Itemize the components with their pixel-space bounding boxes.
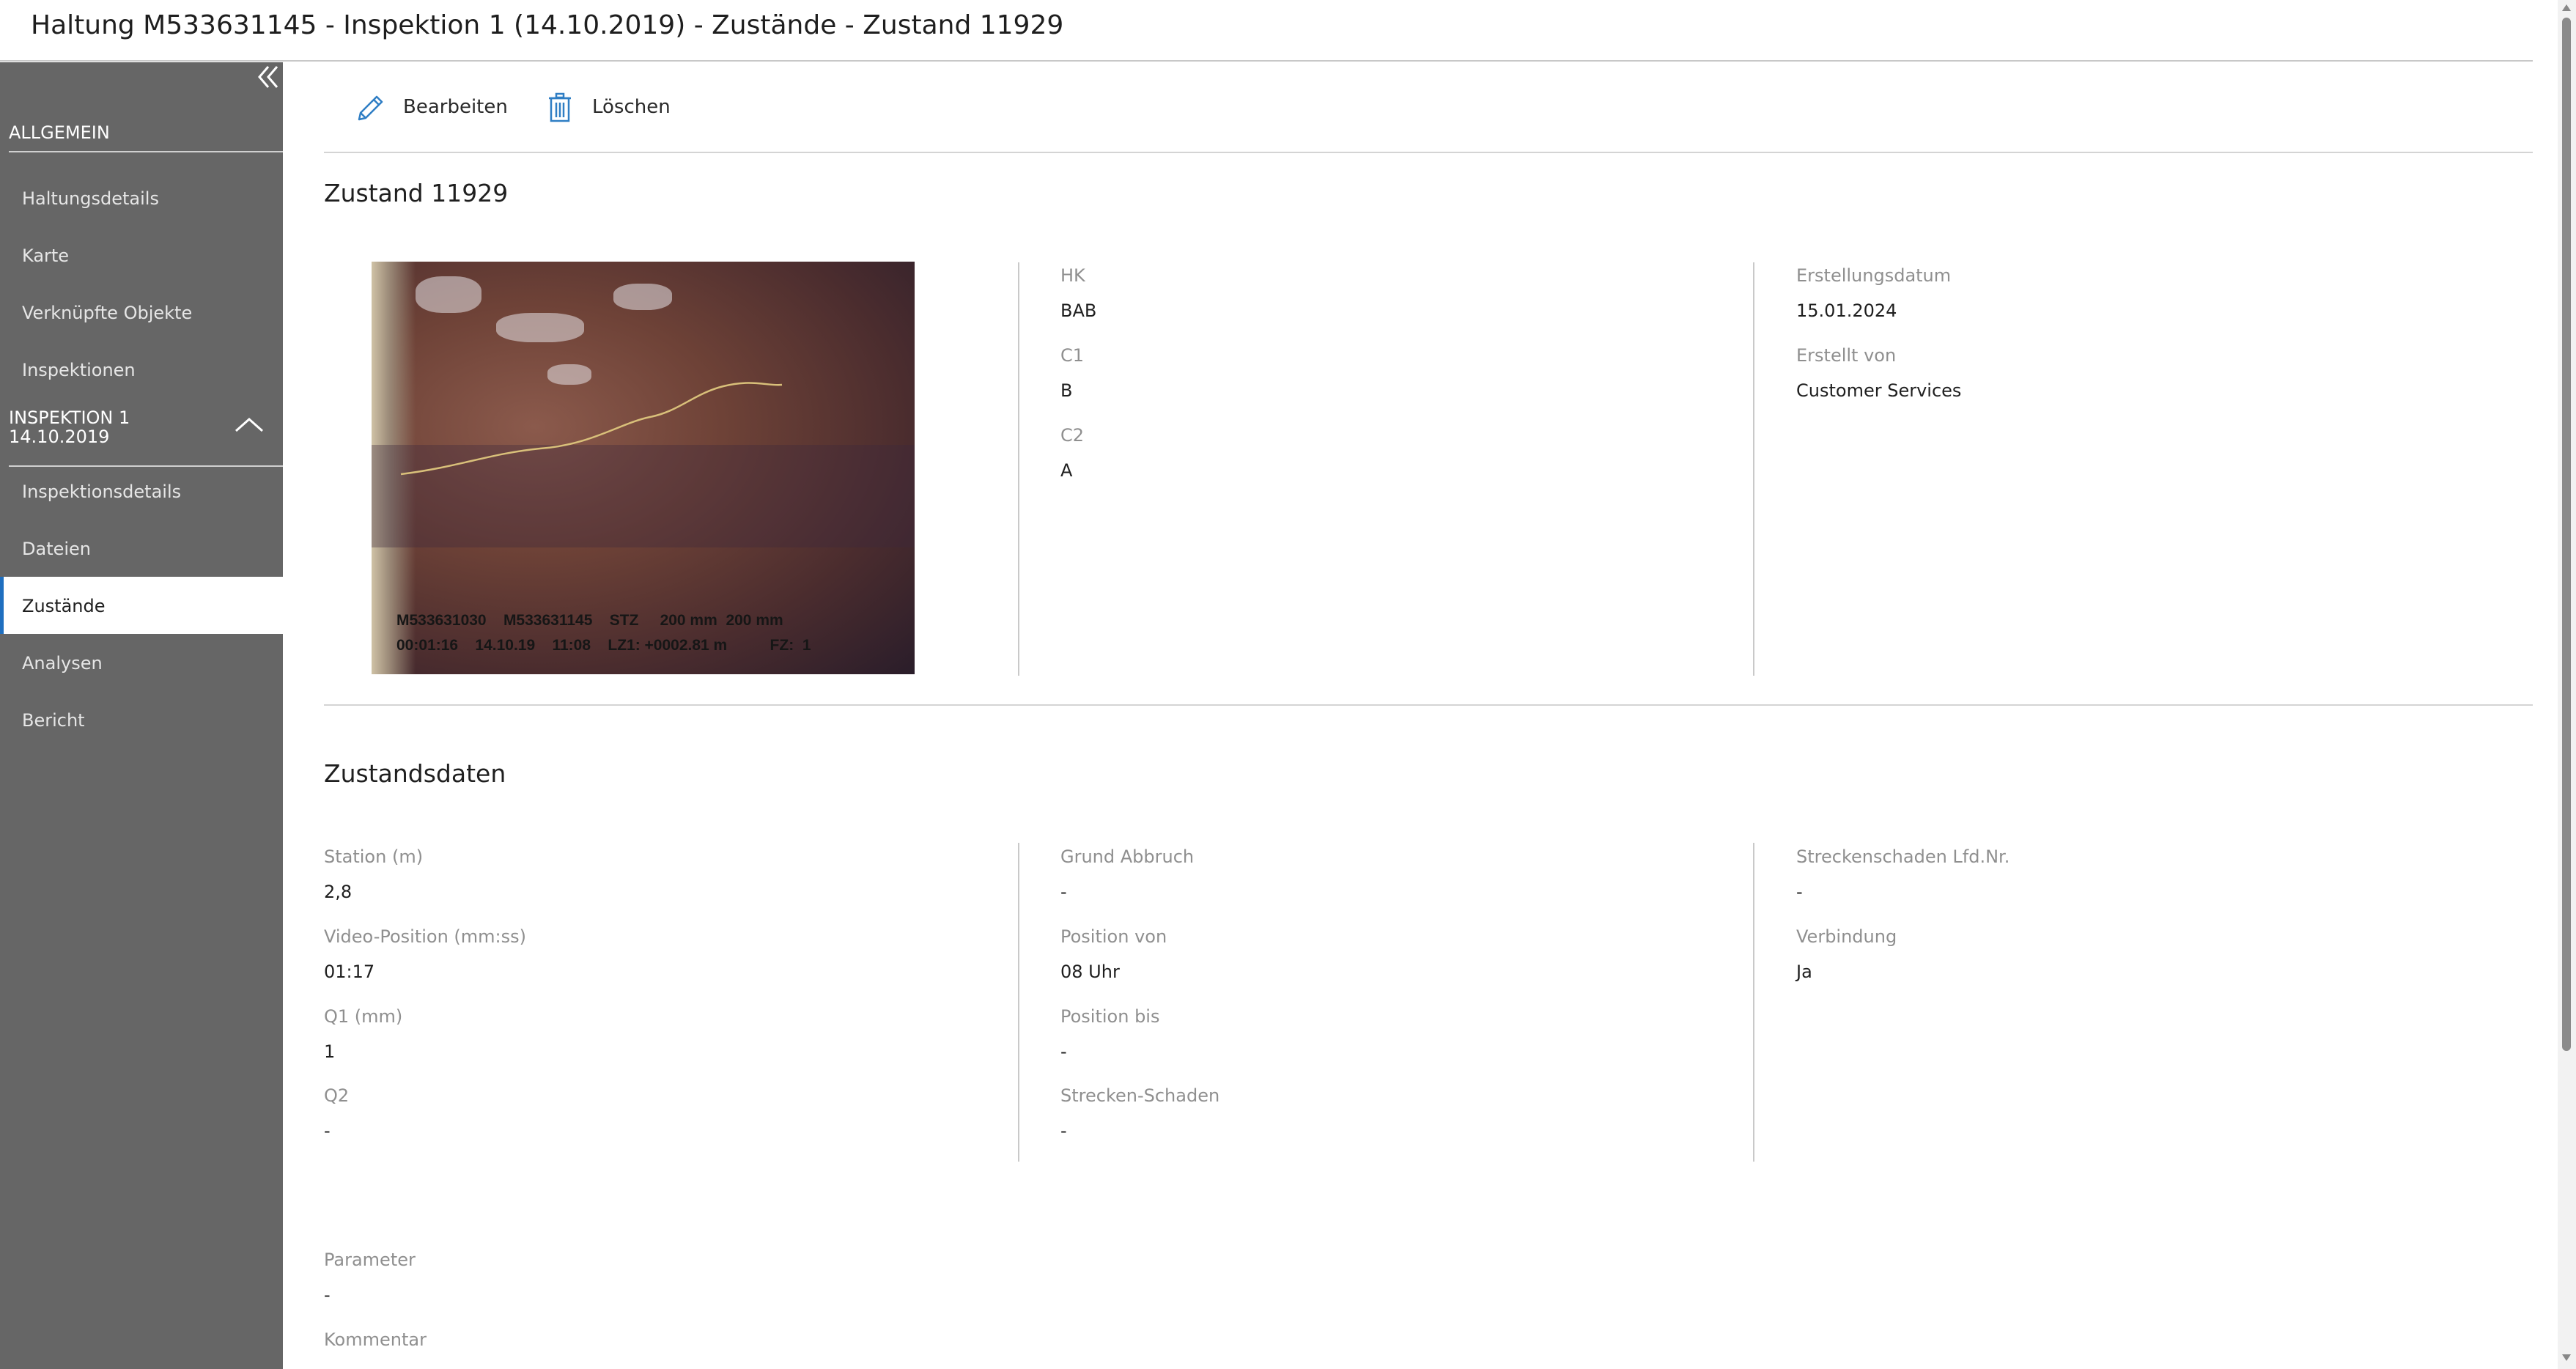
trash-icon — [549, 92, 571, 122]
sidebar-section-general-label: ALLGEMEIN — [9, 122, 110, 143]
photo-overlay-line1: M533631030 M533631145 STZ 200 mm 200 mm — [396, 612, 783, 629]
column-divider — [1018, 262, 1019, 676]
delete-button[interactable]: Löschen — [542, 90, 682, 125]
edit-button-label: Bearbeiten — [403, 96, 508, 118]
sidebar-item-bericht[interactable]: Bericht — [0, 691, 283, 748]
sidebar-item-zustaende[interactable]: Zustände — [0, 577, 283, 634]
edit-button[interactable]: Bearbeiten — [353, 90, 508, 125]
field-value-c2: A — [1060, 460, 1073, 481]
field-label-route-damage-no: Streckenschaden Lfd.Nr. — [1796, 846, 2010, 867]
field-label-route-damage: Strecken-Schaden — [1060, 1085, 1220, 1106]
field-label-connection: Verbindung — [1796, 926, 1897, 947]
sidebar-item-label: Haltungsdetails — [22, 188, 159, 209]
toolbar: Bearbeiten Löschen — [324, 62, 2533, 153]
section-divider — [324, 704, 2533, 706]
field-value-parameter: - — [324, 1285, 331, 1305]
field-value-q1: 1 — [324, 1041, 336, 1062]
field-label-c2: C2 — [1060, 425, 1085, 446]
pencil-icon — [358, 95, 383, 121]
scroll-up-icon[interactable] — [2562, 4, 2571, 11]
sidebar-item-label: Bericht — [22, 710, 85, 731]
column-divider — [1018, 843, 1019, 1162]
field-label-position-to: Position bis — [1060, 1006, 1160, 1027]
field-label-hk: HK — [1060, 265, 1085, 286]
sidebar-item-label: Dateien — [22, 539, 92, 559]
field-value-connection: Ja — [1796, 962, 1812, 982]
field-value-route-damage-no: - — [1796, 882, 1803, 902]
page-title: Haltung M533631145 - Inspektion 1 (14.10… — [31, 10, 1064, 40]
field-value-created-date: 15.01.2024 — [1796, 300, 1897, 321]
field-value-video-position: 01:17 — [324, 962, 375, 982]
sidebar-item-label: Karte — [22, 246, 70, 266]
sidebar-item-label: Inspektionsdetails — [22, 481, 182, 502]
condition-title: Zustand 11929 — [324, 179, 509, 207]
title-bar: Haltung M533631145 - Inspektion 1 (14.10… — [0, 0, 2533, 62]
field-label-station: Station (m) — [324, 846, 424, 867]
inspection-title: INSPEKTION 1 — [9, 407, 130, 428]
condition-photo[interactable]: M533631030 M533631145 STZ 200 mm 200 mm … — [372, 262, 915, 674]
sidebar-item-verknuepfte-objekte[interactable]: Verknüpfte Objekte — [0, 284, 283, 341]
field-label-parameter: Parameter — [324, 1250, 416, 1270]
sidebar-item-label: Analysen — [22, 653, 103, 674]
chevron-up-icon[interactable] — [233, 415, 265, 438]
column-divider — [1753, 262, 1754, 676]
sidebar-section-general: ALLGEMEIN — [9, 115, 283, 152]
sidebar-item-label: Verknüpfte Objekte — [22, 303, 193, 323]
sidebar-item-karte[interactable]: Karte — [0, 226, 283, 284]
field-value-abort-reason: - — [1060, 882, 1067, 902]
collapse-sidebar-icon[interactable] — [255, 62, 281, 92]
delete-button-label: Löschen — [592, 96, 671, 118]
field-label-comment: Kommentar — [324, 1329, 427, 1350]
field-value-c1: B — [1060, 380, 1073, 401]
sidebar-item-inspektionsdetails[interactable]: Inspektionsdetails — [0, 462, 283, 520]
condition-data-title: Zustandsdaten — [324, 759, 506, 788]
field-label-position-from: Position von — [1060, 926, 1167, 947]
sidebar-item-inspektionen[interactable]: Inspektionen — [0, 341, 283, 398]
sidebar-item-label: Inspektionen — [22, 360, 136, 380]
field-value-route-damage: - — [1060, 1121, 1067, 1141]
field-value-q2: - — [324, 1121, 331, 1141]
scroll-down-icon[interactable] — [2562, 1354, 2571, 1361]
sidebar-item-dateien[interactable]: Dateien — [0, 520, 283, 577]
field-label-video-position: Video-Position (mm:ss) — [324, 926, 526, 947]
scrollbar-thumb[interactable] — [2562, 18, 2571, 1051]
field-label-abort-reason: Grund Abbruch — [1060, 846, 1195, 867]
field-label-q2: Q2 — [324, 1085, 350, 1106]
field-value-hk: BAB — [1060, 300, 1097, 321]
vertical-scrollbar[interactable] — [2558, 0, 2576, 1369]
field-value-station: 2,8 — [324, 882, 353, 902]
field-label-created-by: Erstellt von — [1796, 345, 1897, 366]
field-value-position-from: 08 Uhr — [1060, 962, 1120, 982]
sidebar-item-label: Zustände — [22, 596, 106, 616]
field-label-created-date: Erstellungsdatum — [1796, 265, 1952, 286]
inspection-date: 14.10.2019 — [9, 427, 110, 447]
field-value-created-by: Customer Services — [1796, 380, 1962, 401]
field-value-position-to: - — [1060, 1041, 1067, 1062]
field-label-q1: Q1 (mm) — [324, 1006, 403, 1027]
sidebar-section-inspection-header[interactable]: INSPEKTION 1 14.10.2019 — [9, 403, 283, 467]
column-divider — [1753, 843, 1754, 1162]
photo-overlay-line2: 00:01:16 14.10.19 11:08 LZ1: +0002.81 m … — [396, 637, 811, 654]
field-label-c1: C1 — [1060, 345, 1085, 366]
sidebar-item-haltungsdetails[interactable]: Haltungsdetails — [0, 169, 283, 226]
sidebar-item-analysen[interactable]: Analysen — [0, 634, 283, 691]
